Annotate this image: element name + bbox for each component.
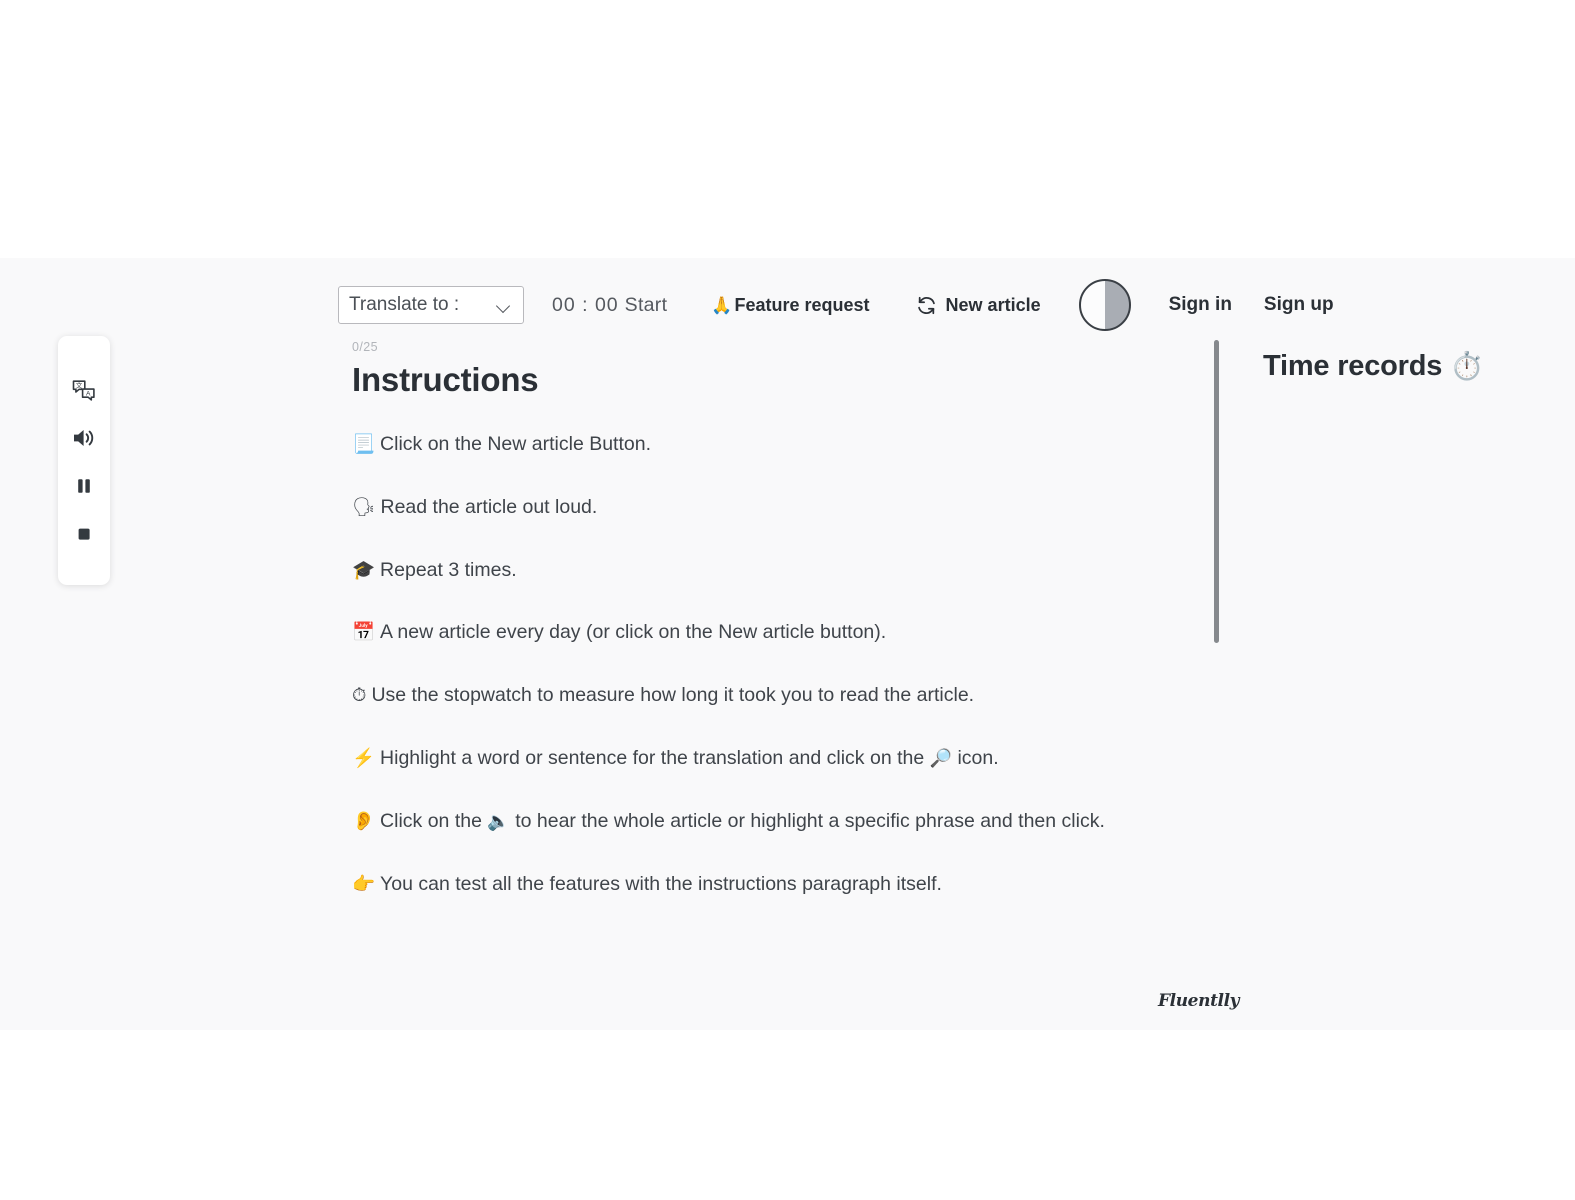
instruction-item: ⚡ Highlight a word or sentence for the tr… (352, 745, 1182, 771)
feature-request-link[interactable]: 🙏 Feature request (711, 295, 869, 316)
new-article-button[interactable]: New article (916, 295, 1041, 316)
instruction-item: 📅 A new article every day (or click on th… (352, 619, 1182, 645)
graduation-cap-icon: 🎓 (352, 558, 376, 580)
svg-text:文: 文 (76, 380, 83, 389)
sidebar-item-read-aloud[interactable] (64, 418, 104, 458)
svg-text:A: A (86, 390, 91, 397)
time-records-title: Time records ⏱️ (1263, 350, 1484, 383)
stopwatch-icon: ⏱ (352, 684, 367, 706)
instruction-text: to hear the whole article or highlight a… (509, 809, 1105, 832)
instruction-text: Highlight a word or sentence for the tra… (380, 747, 930, 770)
timer-value: 00 : 00 (552, 293, 619, 316)
sidebar-item-pause[interactable] (64, 466, 104, 506)
instruction-text: Use the stopwatch to measure how long it… (371, 684, 975, 707)
stopwatch-icon: ⏱️ (1450, 351, 1484, 381)
speaking-head-icon: 🗣 (352, 495, 376, 517)
instruction-text: Repeat 3 times. (380, 558, 517, 581)
ear-icon: 👂 (352, 809, 376, 831)
instruction-item: ⏱ Use the stopwatch to measure how long i… (352, 682, 1182, 708)
stop-icon (72, 522, 96, 546)
theme-toggle-button[interactable] (1078, 279, 1131, 331)
feature-request-label: Feature request (734, 294, 870, 315)
word-counter: 0/25 (352, 340, 378, 354)
pause-icon (72, 474, 96, 498)
instruction-item: 🗣 Read the article out loud. (352, 494, 1182, 520)
sync-icon (916, 295, 944, 316)
sidebar-item-stop[interactable] (64, 514, 104, 554)
pointing-finger-icon: 👉 (352, 872, 376, 894)
instruction-item: 👂 Click on the 🔈 to hear the whole articl… (352, 808, 1182, 834)
folded-hands-icon: 🙏 (711, 295, 733, 315)
speaker-icon: 🔈 (487, 810, 510, 831)
instruction-text: Click on the New article Button. (380, 433, 651, 455)
chevron-down-icon (497, 301, 511, 310)
instruction-text: You can test all the features with the i… (380, 872, 942, 895)
sidebar-item-translate[interactable]: 文 A (64, 370, 104, 410)
new-article-label: New article (945, 294, 1041, 315)
records-divider (1214, 340, 1219, 643)
translate-icon: 文 A (70, 376, 98, 404)
instruction-text: Read the article out loud. (380, 495, 598, 518)
time-records-label: Time records (1263, 350, 1443, 382)
brand-logo: Fluentlly (1158, 991, 1240, 1011)
page-with-curl-icon: 📃 (352, 433, 376, 454)
translate-language-select[interactable]: Translate to : (338, 286, 524, 324)
volume-icon (70, 424, 98, 452)
tool-sidebar: 文 A (58, 336, 110, 585)
lightning-icon: ⚡ (352, 747, 376, 769)
calendar-icon: 📅 (352, 621, 376, 643)
header-toolbar: Translate to : 00 : 00 Start 🙏 Feature re… (338, 279, 1334, 331)
translate-select-value: Translate to : (349, 294, 460, 315)
page-title: Instructions (352, 361, 539, 398)
app-canvas: Translate to : 00 : 00 Start 🙏 Feature re… (0, 258, 1575, 1030)
instruction-item: 📃 Click on the New article Button. (352, 431, 1182, 457)
sign-up-link[interactable]: Sign up (1264, 294, 1334, 316)
stopwatch-timer[interactable]: 00 : 00 Start (552, 294, 667, 317)
instruction-item: 👉 You can test all the features with the … (352, 871, 1182, 897)
instruction-list[interactable]: 📃 Click on the New article Button. 🗣 Read … (352, 431, 1182, 897)
timer-start-button[interactable]: Start (625, 294, 668, 316)
magnifying-glass-icon: 🔎 (929, 748, 953, 769)
instruction-text: icon. (952, 747, 999, 770)
instruction-text: A new article every day (or click on the… (380, 621, 887, 644)
instruction-text: Click on the (380, 809, 488, 832)
instruction-item: 🎓 Repeat 3 times. (352, 557, 1182, 583)
sign-in-link[interactable]: Sign in (1169, 294, 1232, 316)
article-panel: 0/25 Instructions 📃 Click on the New arti… (352, 340, 1182, 934)
